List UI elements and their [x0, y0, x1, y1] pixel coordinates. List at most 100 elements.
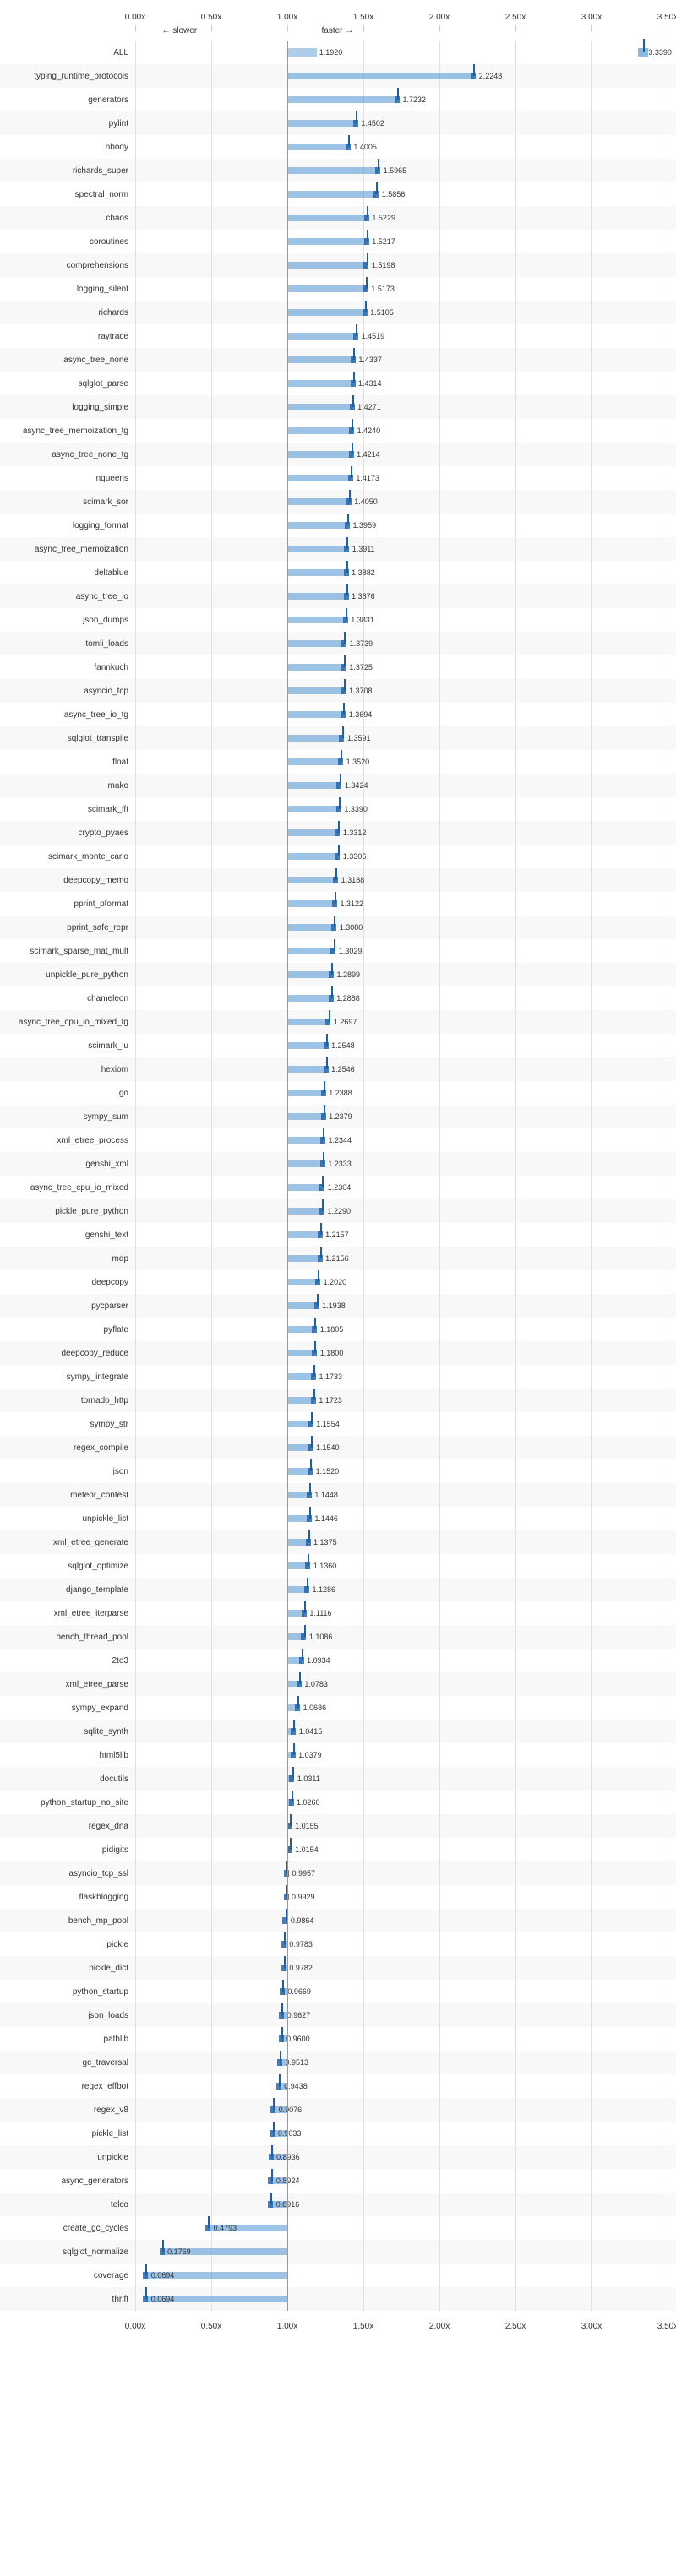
- row-label: 2to3: [0, 1656, 135, 1666]
- table-row: pickle_list0.9033: [0, 2122, 676, 2145]
- row-label: asyncio_tcp_ssl: [0, 1869, 135, 1878]
- row-chart-area: 1.3959: [135, 514, 668, 537]
- row-label: bench_thread_pool: [0, 1633, 135, 1642]
- row-label: pprint_safe_repr: [0, 923, 135, 932]
- row-label: pathlib: [0, 2035, 135, 2044]
- row-label: async_tree_cpu_io_mixed_tg: [0, 1018, 135, 1027]
- row-label: pickle_dict: [0, 1964, 135, 1973]
- row-label: ALL: [0, 48, 135, 57]
- row-chart-area: 1.2344: [135, 1128, 668, 1152]
- row-label: mdp: [0, 1254, 135, 1264]
- row-label: async_generators: [0, 2177, 135, 2186]
- row-label: sympy_expand: [0, 1704, 135, 1713]
- row-chart-area: 1.2899: [135, 963, 668, 986]
- row-chart-area: 1.4173: [135, 466, 668, 490]
- table-row: async_tree_memoization_tg1.4240: [0, 419, 676, 443]
- row-chart-area: 0.9627: [135, 2003, 668, 2027]
- table-row: telco0.8916: [0, 2193, 676, 2216]
- row-chart-area: 1.3591: [135, 726, 668, 750]
- table-row: async_tree_cpu_io_mixed1.2304: [0, 1176, 676, 1199]
- row-label: sqlglot_normalize: [0, 2247, 135, 2257]
- table-row: sympy_integrate1.1733: [0, 1365, 676, 1389]
- row-chart-area: 1.4271: [135, 395, 668, 419]
- row-label: tornado_http: [0, 1396, 135, 1405]
- row-label: pylint: [0, 119, 135, 128]
- row-chart-area: 1.4502: [135, 111, 668, 135]
- row-label: sqlite_synth: [0, 1727, 135, 1736]
- row-chart-area: 1.2156: [135, 1247, 668, 1270]
- table-row: bench_mp_pool0.9864: [0, 1909, 676, 1932]
- row-label: pycparser: [0, 1302, 135, 1311]
- row-label: async_tree_cpu_io_mixed: [0, 1183, 135, 1193]
- table-row: create_gc_cycles0.4793: [0, 2216, 676, 2240]
- row-label: pyflate: [0, 1325, 135, 1334]
- row-label: html5lib: [0, 1751, 135, 1760]
- row-label: xml_etree_iterparse: [0, 1609, 135, 1618]
- table-row: xml_etree_parse1.0783: [0, 1672, 676, 1696]
- row-chart-area: 1.2157: [135, 1223, 668, 1247]
- row-chart-area: 1.0260: [135, 1791, 668, 1814]
- row-label: nqueens: [0, 474, 135, 483]
- row-label: regex_compile: [0, 1443, 135, 1453]
- table-row: django_template1.1286: [0, 1578, 676, 1601]
- table-row: xml_etree_iterparse1.1116: [0, 1601, 676, 1625]
- table-row: async_tree_memoization1.3911: [0, 537, 676, 561]
- table-row: unpickle_pure_python1.2899: [0, 963, 676, 986]
- table-row: mdp1.2156: [0, 1247, 676, 1270]
- row-label: scimark_monte_carlo: [0, 852, 135, 861]
- row-chart-area: 1.0934: [135, 1649, 668, 1672]
- table-row: json_dumps1.3831: [0, 608, 676, 632]
- row-label: python_startup: [0, 1987, 135, 1997]
- row-chart-area: 0.9929: [135, 1885, 668, 1909]
- table-row: ALL1.19203.3390: [0, 41, 676, 64]
- row-chart-area: 1.2290: [135, 1199, 668, 1223]
- row-chart-area: 1.1375: [135, 1530, 668, 1554]
- row-label: sympy_integrate: [0, 1372, 135, 1382]
- row-chart-area: 1.2379: [135, 1105, 668, 1128]
- table-row: nqueens1.4173: [0, 466, 676, 490]
- row-chart-area: 0.9783: [135, 1932, 668, 1956]
- row-chart-area: 1.4314: [135, 372, 668, 395]
- table-row: float1.3520: [0, 750, 676, 774]
- table-row: async_tree_cpu_io_mixed_tg1.2697: [0, 1010, 676, 1034]
- table-row: xml_etree_generate1.1375: [0, 1530, 676, 1554]
- table-row: asyncio_tcp1.3708: [0, 679, 676, 703]
- table-row: sympy_str1.1554: [0, 1412, 676, 1436]
- row-label: tomli_loads: [0, 639, 135, 649]
- table-row: 2to31.0934: [0, 1649, 676, 1672]
- table-row: sqlglot_normalize0.1769: [0, 2240, 676, 2264]
- row-chart-area: 1.1116: [135, 1601, 668, 1625]
- table-row: deepcopy_reduce1.1800: [0, 1341, 676, 1365]
- row-chart-area: 0.8936: [135, 2145, 668, 2169]
- table-row: logging_format1.3959: [0, 514, 676, 537]
- row-chart-area: 1.0686: [135, 1696, 668, 1720]
- row-chart-area: 1.3694: [135, 703, 668, 726]
- table-row: pathlib0.9600: [0, 2027, 676, 2051]
- row-chart-area: 1.4240: [135, 419, 668, 443]
- row-label: unpickle_pure_python: [0, 970, 135, 980]
- row-chart-area: 1.5105: [135, 301, 668, 324]
- row-chart-area: 0.9669: [135, 1980, 668, 2003]
- row-chart-area: 1.4005: [135, 135, 668, 159]
- table-row: mako1.3424: [0, 774, 676, 797]
- table-row: python_startup_no_site1.0260: [0, 1791, 676, 1814]
- row-chart-area: 1.5217: [135, 230, 668, 253]
- row-chart-area: 0.9076: [135, 2098, 668, 2122]
- row-chart-area: 1.0155: [135, 1814, 668, 1838]
- row-label: flaskblogging: [0, 1893, 135, 1902]
- table-row: pickle_pure_python1.2290: [0, 1199, 676, 1223]
- row-chart-area: 1.2388: [135, 1081, 668, 1105]
- table-row: sqlite_synth1.0415: [0, 1720, 676, 1743]
- row-chart-area: 1.3911: [135, 537, 668, 561]
- row-label: pickle_list: [0, 2129, 135, 2139]
- table-row: thrift0.0694: [0, 2287, 676, 2311]
- chart-container: 0.00x0.50x1.00x1.50x2.00x2.50x3.00x3.50x…: [0, 0, 676, 2347]
- row-label: mako: [0, 781, 135, 791]
- row-label: crypto_pyaes: [0, 829, 135, 838]
- row-label: django_template: [0, 1585, 135, 1595]
- table-row: pidigits1.0154: [0, 1838, 676, 1861]
- table-row: coroutines1.5217: [0, 230, 676, 253]
- table-row: regex_compile1.1540: [0, 1436, 676, 1459]
- bottom-axis: 0.00x0.50x1.00x1.50x2.00x2.50x3.00x3.50x: [135, 2313, 668, 2339]
- table-row: gc_traversal0.9513: [0, 2051, 676, 2074]
